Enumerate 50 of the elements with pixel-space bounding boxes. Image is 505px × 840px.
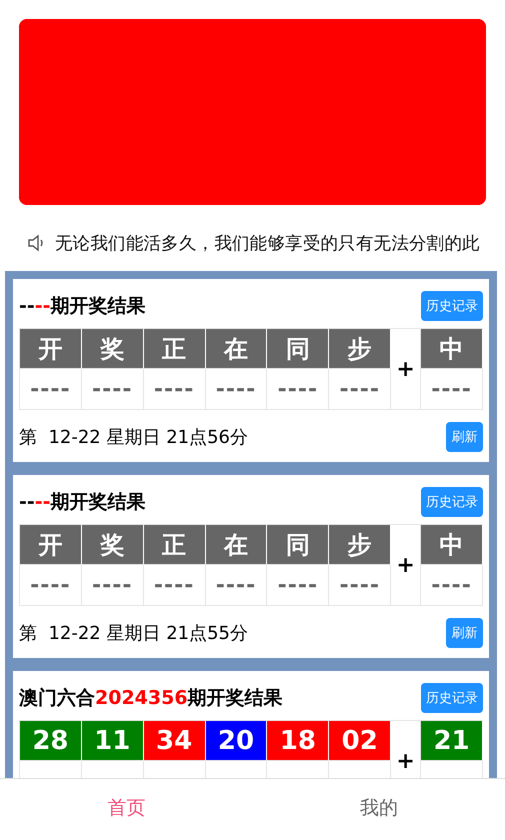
result-header-cell: 正 [144, 329, 206, 369]
result-header-cell: 中 [421, 525, 483, 565]
next-draw-time: 第 12-22 星期日 21点55分 [19, 622, 248, 645]
result-header-cell: 步 [329, 329, 392, 369]
result-cell: ---- [267, 565, 330, 606]
plus-sign: + [391, 329, 422, 410]
result-header-cell: 在 [206, 525, 268, 565]
result-cell: ---- [20, 565, 82, 606]
result-header-cell: 步 [329, 525, 392, 565]
plus-sign: + [391, 525, 422, 606]
notice-text: 无论我们能活多久，我们能够享受的只有无法分割的此 [55, 233, 480, 255]
result-cell: ---- [144, 565, 206, 606]
number-cell: 02 [329, 721, 392, 761]
number-cell: 28 [20, 721, 82, 761]
draw-title: ----期开奖结果 [19, 294, 146, 319]
result-cell: ---- [329, 565, 392, 606]
number-cell: 20 [206, 721, 268, 761]
result-cell: ---- [82, 565, 144, 606]
result-cell: ---- [267, 369, 330, 410]
refresh-button[interactable]: 刷新 [446, 618, 483, 648]
result-cell: ---- [421, 369, 483, 410]
result-header-cell: 同 [267, 525, 330, 565]
result-header-cell: 开 [20, 525, 82, 565]
nav-tab[interactable]: 我的 [252, 779, 505, 840]
history-button[interactable]: 历史记录 [421, 683, 483, 713]
result-cell: ---- [206, 565, 268, 606]
result-header-cell: 奖 [82, 525, 144, 565]
result-cell: ---- [82, 369, 144, 410]
result-cell: ---- [20, 369, 82, 410]
refresh-button[interactable]: 刷新 [446, 422, 483, 452]
result-header-cell: 奖 [82, 329, 144, 369]
result-cell: ---- [144, 369, 206, 410]
history-button[interactable]: 历史记录 [421, 291, 483, 321]
draw-title: 澳门六合2024356期开奖结果 [19, 686, 283, 711]
number-cell: 18 [267, 721, 330, 761]
result-header-cell: 中 [421, 329, 483, 369]
result-header-cell: 在 [206, 329, 268, 369]
result-header-cell: 开 [20, 329, 82, 369]
result-cell: ---- [421, 565, 483, 606]
nav-tab[interactable]: 首页 [0, 779, 252, 840]
draw-title: ----期开奖结果 [19, 490, 146, 515]
history-button[interactable]: 历史记录 [421, 487, 483, 517]
result-cell: ---- [329, 369, 392, 410]
result-cell: ---- [206, 369, 268, 410]
next-draw-time: 第 12-22 星期日 21点56分 [19, 426, 248, 449]
number-cell: 34 [144, 721, 206, 761]
number-cell: 11 [82, 721, 144, 761]
number-cell: 21 [421, 721, 483, 761]
result-header-cell: 同 [267, 329, 330, 369]
result-header-cell: 正 [144, 525, 206, 565]
